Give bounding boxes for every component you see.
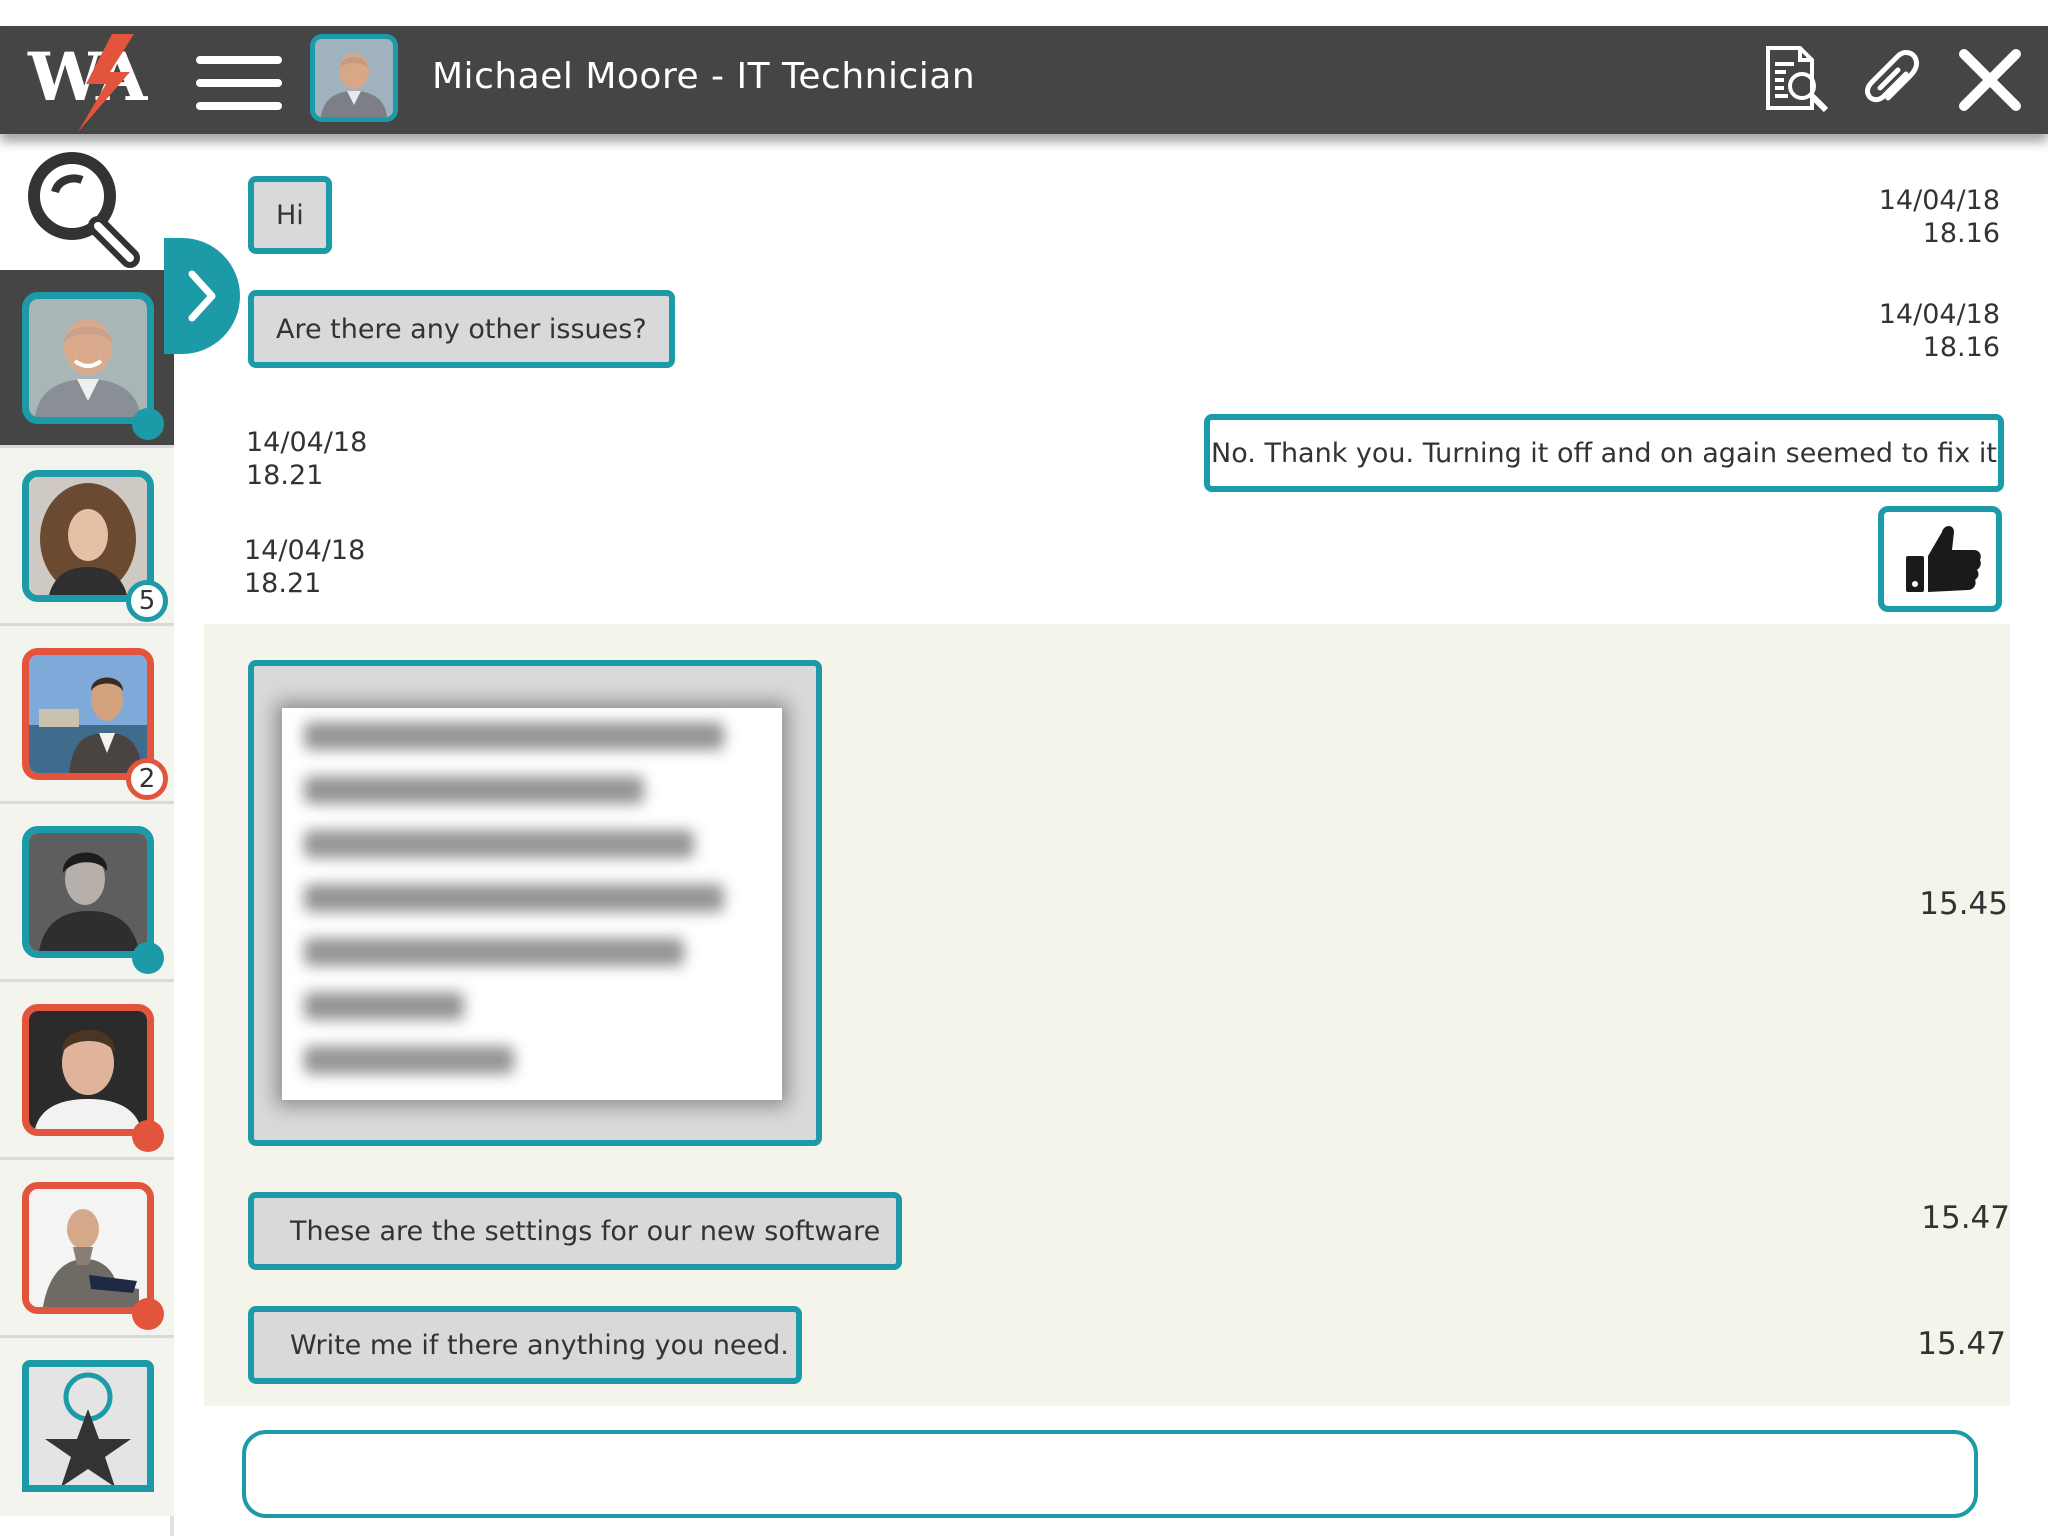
- image-attachment[interactable]: [248, 660, 822, 1146]
- offline-status-dot: [132, 1120, 164, 1152]
- expand-panel-button[interactable]: [164, 238, 240, 354]
- message-date: 14/04/18: [244, 535, 366, 566]
- paperclip-icon[interactable]: [1858, 44, 1930, 116]
- message-timestamp: 14/04/18 18.16: [1800, 298, 2000, 364]
- message-input[interactable]: [242, 1430, 1978, 1518]
- message-time: 18.16: [1922, 332, 2000, 363]
- search-document-icon[interactable]: [1762, 44, 1834, 116]
- attachment-preview: [282, 708, 782, 1100]
- unread-badge: 5: [126, 580, 168, 622]
- message-time: 15.47: [1917, 1326, 2006, 1362]
- online-status-dot: [132, 408, 164, 440]
- app-window: W A Michael Moore - IT Technician: [0, 0, 2048, 1536]
- magnifier-icon: [28, 152, 140, 268]
- favorites[interactable]: [0, 1338, 174, 1516]
- message-text: No. Thank you. Turning it off and on aga…: [1211, 437, 1997, 469]
- avatar: [22, 1004, 154, 1136]
- contacts-sidebar: 5 2: [0, 134, 174, 1536]
- avatar: [22, 826, 154, 958]
- message-time: 18.21: [244, 568, 322, 599]
- close-icon[interactable]: [1954, 44, 2026, 116]
- message-time: 18.21: [246, 460, 324, 491]
- avatar: [22, 1182, 154, 1314]
- message-date: 14/04/18: [1878, 185, 2000, 216]
- offline-status-dot: [132, 1298, 164, 1330]
- message-timestamp: 14/04/18 18.21: [244, 534, 365, 600]
- avatar: [22, 470, 154, 602]
- search-contacts-button[interactable]: [0, 134, 174, 270]
- message-bubble[interactable]: Hi: [248, 176, 332, 254]
- contact-bald-man[interactable]: [0, 1160, 174, 1338]
- message-text: These are the settings for our new softw…: [290, 1215, 881, 1247]
- header-avatar[interactable]: [310, 34, 398, 122]
- message-date: 14/04/18: [246, 427, 368, 458]
- logo-icon[interactable]: W A: [26, 32, 156, 132]
- thumbs-up-icon: [1906, 526, 1981, 592]
- message-bubble[interactable]: Are there any other issues?: [248, 290, 675, 368]
- contact-young-man[interactable]: [0, 982, 174, 1160]
- contact-woman-curly[interactable]: 5: [0, 448, 174, 626]
- message-bubble[interactable]: Write me if there anything you need.: [248, 1306, 802, 1384]
- message-text: Hi: [276, 199, 304, 231]
- contact-michael[interactable]: [0, 270, 174, 448]
- online-status-dot: [132, 942, 164, 974]
- message-timestamp: 14/04/18 18.16: [1800, 184, 2000, 250]
- page-title: Michael Moore - IT Technician: [432, 56, 976, 97]
- message-time: 18.16: [1922, 218, 2000, 249]
- message-time: 15.47: [1921, 1200, 2010, 1236]
- message-text: Are there any other issues?: [276, 313, 647, 345]
- chevron-right-icon: [188, 270, 216, 322]
- avatar: [22, 648, 154, 780]
- contact-man-suit[interactable]: 2: [0, 626, 174, 804]
- message-time: 15.45: [1919, 886, 2008, 922]
- message-timestamp: 14/04/18 18.21: [246, 426, 367, 492]
- unread-badge: 2: [126, 758, 168, 800]
- menu-icon[interactable]: [196, 44, 282, 114]
- thumbs-up-message[interactable]: [1878, 506, 2002, 612]
- message-bubble-outgoing[interactable]: No. Thank you. Turning it off and on aga…: [1204, 414, 2004, 492]
- message-date: 14/04/18: [1878, 299, 2000, 330]
- contact-man-dark[interactable]: [0, 804, 174, 982]
- message-text: Write me if there anything you need.: [290, 1329, 789, 1361]
- message-bubble[interactable]: These are the settings for our new softw…: [248, 1192, 902, 1270]
- avatar: [22, 292, 154, 424]
- star-icon: [22, 1360, 154, 1492]
- header-bar: W A Michael Moore - IT Technician: [0, 26, 2048, 134]
